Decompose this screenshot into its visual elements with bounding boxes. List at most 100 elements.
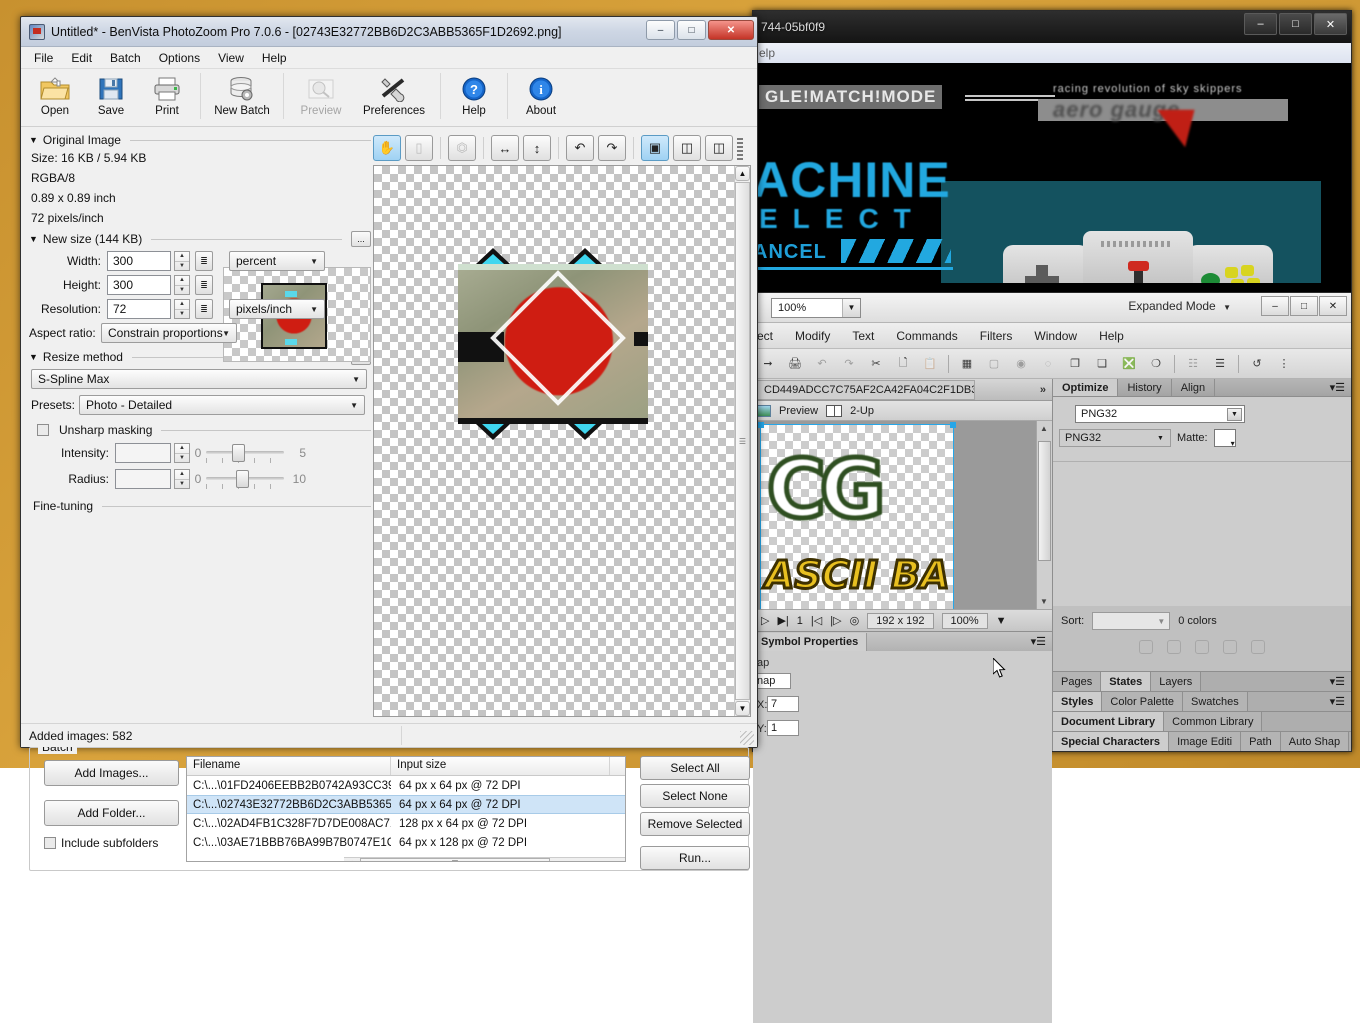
- table-row[interactable]: C:\...\02743E32772BB6D2C3ABB5365F... 64 …: [187, 795, 625, 814]
- radius-stepper[interactable]: ▲▼: [174, 469, 190, 489]
- fireworks-application-bar[interactable]: 100% ▼ Expanded Mode ▼ – □ ✕: [753, 293, 1351, 323]
- height-stepper[interactable]: ▲▼: [174, 275, 190, 295]
- document-status-bar[interactable]: ▷ ▶| 1 |◁ |▷ ◎ 192 x 192 100% ▼: [753, 609, 1052, 631]
- resolution-stepper[interactable]: ▲▼: [174, 299, 190, 319]
- unsharp-masking-header[interactable]: Unsharp masking: [29, 423, 371, 437]
- chevron-down-icon[interactable]: ▼: [222, 329, 230, 338]
- cut-icon[interactable]: ✂: [867, 355, 885, 373]
- menu-file[interactable]: File: [25, 48, 62, 68]
- lock-icon[interactable]: [1195, 640, 1209, 654]
- menu-select[interactable]: ect: [757, 329, 773, 343]
- menu-help[interactable]: Help: [253, 48, 296, 68]
- toolbar-save-button[interactable]: Save: [83, 71, 139, 117]
- chevron-down-icon[interactable]: ▼: [1227, 408, 1242, 421]
- symbol-properties-panel-header[interactable]: Symbol Properties ▾☰: [753, 631, 1052, 651]
- chevron-down-icon[interactable]: ▼: [1157, 617, 1165, 626]
- tab-2up[interactable]: 2-Up: [850, 405, 874, 417]
- column-input-size[interactable]: Input size: [391, 757, 610, 775]
- file-list-horizontal-scrollbar[interactable]: ◀ ☰ ▶: [344, 857, 626, 862]
- panel-menu-icon[interactable]: ▾☰: [1324, 379, 1351, 396]
- panel-menu-icon[interactable]: ▾☰: [1031, 635, 1046, 648]
- game-window-controls[interactable]: – □ ✕: [1244, 13, 1347, 35]
- scroll-up-icon[interactable]: ▲: [735, 166, 750, 181]
- transparency-icon[interactable]: [1167, 640, 1181, 654]
- tab-symbol-properties[interactable]: Symbol Properties: [753, 633, 867, 651]
- size-unit-select[interactable]: percent ▼: [229, 251, 325, 271]
- export-format-select[interactable]: PNG32 ▼: [1059, 429, 1171, 447]
- menu-modify[interactable]: Modify: [795, 329, 830, 343]
- collapse-triangle-icon[interactable]: ▼: [29, 234, 38, 244]
- align-icon[interactable]: ☰: [1211, 355, 1229, 373]
- tab-history[interactable]: History: [1118, 379, 1171, 396]
- property-x-input[interactable]: 7: [767, 696, 799, 712]
- toolbar-open-button[interactable]: Open: [27, 71, 83, 117]
- web-dither-icon[interactable]: [1139, 640, 1153, 654]
- canvas-vertical-scrollbar[interactable]: ▲ ▼: [1036, 421, 1052, 609]
- photozoom-titlebar[interactable]: Untitled* - BenVista PhotoZoom Pro 7.0.6…: [21, 17, 757, 47]
- include-subfolders-row[interactable]: Include subfolders: [44, 836, 179, 850]
- document-view-tabs[interactable]: Preview 2-Up: [753, 401, 1052, 421]
- minimize-button[interactable]: –: [1244, 13, 1277, 35]
- tab-path[interactable]: Path: [1241, 732, 1281, 751]
- fireworks-mode-selector[interactable]: Expanded Mode ▼: [1128, 299, 1231, 313]
- redo-icon[interactable]: ↷: [840, 355, 858, 373]
- minimize-button[interactable]: –: [646, 20, 675, 40]
- preview-vertical-scrollbar[interactable]: ▲ ☰ ▼: [734, 166, 750, 716]
- image-tools-toolbar[interactable]: ✋ ▯ ⏣ ↔ ↕ ↶ ↷ ▣ ◫ ◫: [373, 131, 751, 165]
- property-type-input[interactable]: nap: [753, 673, 791, 689]
- toolbar-new-batch-button[interactable]: New Batch: [206, 71, 278, 117]
- toolbar-preview-button[interactable]: Preview: [289, 71, 353, 117]
- panel-group-pages[interactable]: Pages States Layers ▾☰: [1053, 671, 1351, 691]
- chevron-down-icon[interactable]: ▼: [352, 375, 360, 384]
- tab-pages[interactable]: Pages: [1053, 672, 1101, 691]
- presets-select[interactable]: Photo - Detailed ▼: [79, 395, 365, 415]
- close-button[interactable]: ✕: [708, 20, 754, 40]
- rotate-right-icon[interactable]: ↷: [598, 135, 626, 161]
- tab-document-library[interactable]: Document Library: [1053, 712, 1164, 731]
- chevron-down-icon[interactable]: ▼: [310, 257, 318, 266]
- tab-overflow-icon[interactable]: »: [1040, 384, 1046, 396]
- width-input[interactable]: 300: [107, 251, 171, 271]
- fine-tuning-header[interactable]: Fine-tuning: [29, 499, 371, 513]
- fireworks-toolbar[interactable]: ➞ 🖨 ↶ ↷ ✂ 🗋 📋 ▦ ▢ ◉ ◌ ❐ ❏ ❎ ❍ ☷ ☰ ↺ ⋮: [753, 349, 1351, 379]
- scrollbar-thumb[interactable]: [1038, 441, 1051, 561]
- panel-group-libraries[interactable]: Document Library Common Library: [1053, 711, 1351, 731]
- tab-states[interactable]: States: [1101, 672, 1151, 691]
- photozoom-window-controls[interactable]: – □ ✕: [646, 20, 754, 40]
- table-row[interactable]: C:\...\01FD2406EEBB2B0742A93CC393... 64 …: [187, 776, 625, 795]
- document-canvas[interactable]: CG ASCII BA: [761, 425, 953, 609]
- menu-help[interactable]: Help: [1099, 329, 1124, 343]
- last-frame-icon[interactable]: ▶|: [777, 614, 788, 627]
- deselect-icon[interactable]: ▢: [985, 355, 1003, 373]
- toolbar-grip[interactable]: [737, 136, 743, 160]
- tab-image-editing[interactable]: Image Editi: [1169, 732, 1241, 751]
- maximize-button[interactable]: □: [1279, 13, 1312, 35]
- chevron-down-icon[interactable]: ▼: [842, 299, 860, 317]
- fireworks-window[interactable]: 100% ▼ Expanded Mode ▼ – □ ✕ ect Modify …: [752, 292, 1352, 752]
- resize-grip[interactable]: [740, 731, 754, 745]
- menu-edit[interactable]: Edit: [62, 48, 101, 68]
- canvas-zoom-value[interactable]: 100%: [942, 613, 988, 629]
- tab-special-characters[interactable]: Special Characters: [1053, 732, 1169, 751]
- selection-handle[interactable]: [758, 422, 764, 428]
- new-size-section-header[interactable]: ▼ New size (144 KB) ...: [29, 231, 371, 247]
- export-icon[interactable]: ➞: [759, 355, 777, 373]
- height-input[interactable]: 300: [107, 275, 171, 295]
- panel-group-special[interactable]: Special Characters Image Editi Path Auto…: [1053, 731, 1351, 751]
- tab-layers[interactable]: Layers: [1151, 672, 1201, 691]
- optimize-panel-tabs[interactable]: Optimize History Align ▾☰: [1053, 379, 1351, 397]
- delete-color-icon[interactable]: [1251, 640, 1265, 654]
- fireworks-window-controls[interactable]: – □ ✕: [1261, 296, 1347, 316]
- tab-auto-shapes[interactable]: Auto Shap: [1281, 732, 1349, 751]
- send-backward-icon[interactable]: ❎: [1120, 355, 1138, 373]
- flip-vertical-icon[interactable]: ↕: [523, 135, 551, 161]
- tab-styles[interactable]: Styles: [1053, 692, 1102, 711]
- width-lock-button[interactable]: ≣: [195, 251, 213, 271]
- game-window-titlebar[interactable]: 744-05bf0f9 – □ ✕: [753, 11, 1351, 43]
- crop-icon[interactable]: ⏣: [448, 135, 476, 161]
- stop-icon[interactable]: ◎: [850, 614, 860, 627]
- menu-filters[interactable]: Filters: [980, 329, 1013, 343]
- collapse-triangle-icon[interactable]: ▼: [29, 135, 38, 145]
- print-icon[interactable]: 🖨: [786, 355, 804, 373]
- panel-menu-icon[interactable]: ▾☰: [1324, 672, 1351, 691]
